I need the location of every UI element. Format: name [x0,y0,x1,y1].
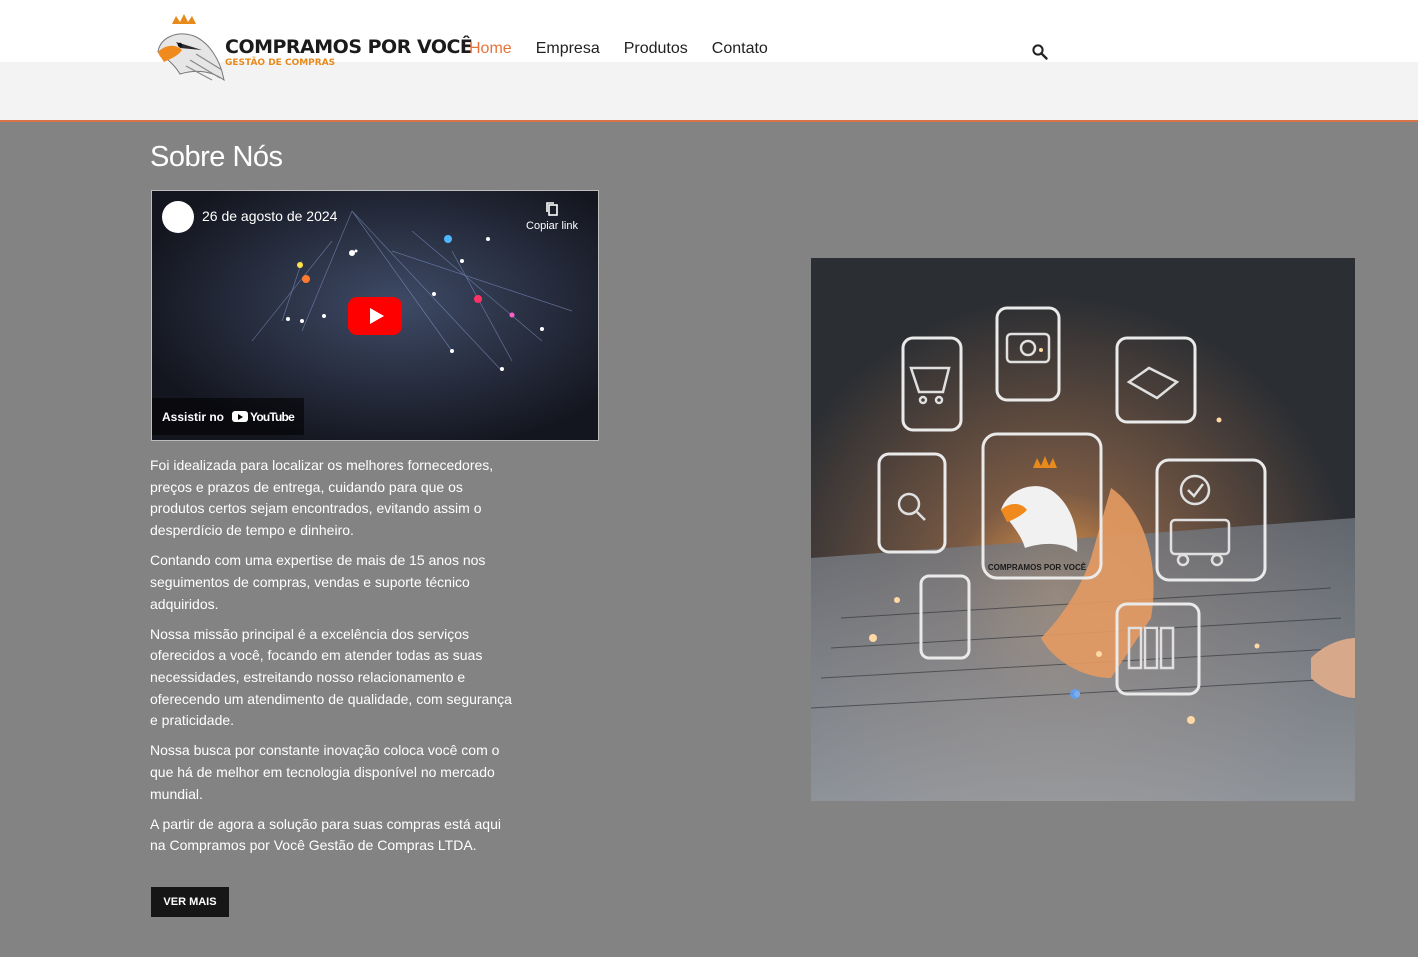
about-paragraph: Contando com uma expertise de mais de 15… [150,552,486,612]
main-nav: Home Empresa Produtos Contato [469,40,792,58]
brand-name: COMPRAMOS POR VOCÊ [225,36,473,58]
about-paragraph: A partir de agora a solução para suas co… [150,815,501,854]
about-text: Foi idealizada para localizar os melhore… [150,455,520,865]
laptop-procurement-illustration: COMPRAMOS POR VOCÊ [811,258,1355,801]
search-icon[interactable] [1031,43,1049,61]
watch-on-label: Assistir no [162,409,225,424]
channel-avatar[interactable] [162,201,194,233]
brand-tagline: GESTÃO DE COMPRAS [225,58,336,68]
copy-link-label: Copiar link [526,220,578,232]
video-title[interactable]: 26 de agosto de 2024 [202,208,337,224]
nav-produtos[interactable]: Produtos [624,40,688,58]
about-paragraph: Nossa busca por constante inovação coloc… [150,742,500,802]
watch-on-youtube-button[interactable]: Assistir no YouTube [152,398,304,435]
hero-badge-text: COMPRAMOS POR VOCÊ [988,563,1087,572]
eagle-logo-icon [157,14,225,82]
section-title: Sobre Nós [150,141,283,173]
about-paragraph: Nossa missão principal é a excelência do… [150,625,512,729]
hero-image: COMPRAMOS POR VOCÊ [811,258,1355,801]
about-paragraph: Foi idealizada para localizar os melhore… [150,457,494,539]
youtube-video-embed[interactable]: 26 de agosto de 2024 Copiar link Assisti… [151,190,599,441]
play-button[interactable] [348,297,402,335]
nav-home[interactable]: Home [469,40,512,58]
copy-link-button[interactable]: Copiar link [522,201,582,232]
copy-icon [546,202,558,216]
youtube-wordmark: YouTube [250,409,295,424]
ver-mais-button[interactable]: VER MAIS [151,887,229,917]
site-logo[interactable]: COMPRAMOS POR VOCÊ GESTÃO DE COMPRAS [150,14,473,86]
nav-contato[interactable]: Contato [712,40,768,58]
youtube-icon [232,411,249,422]
nav-empresa[interactable]: Empresa [536,40,600,58]
